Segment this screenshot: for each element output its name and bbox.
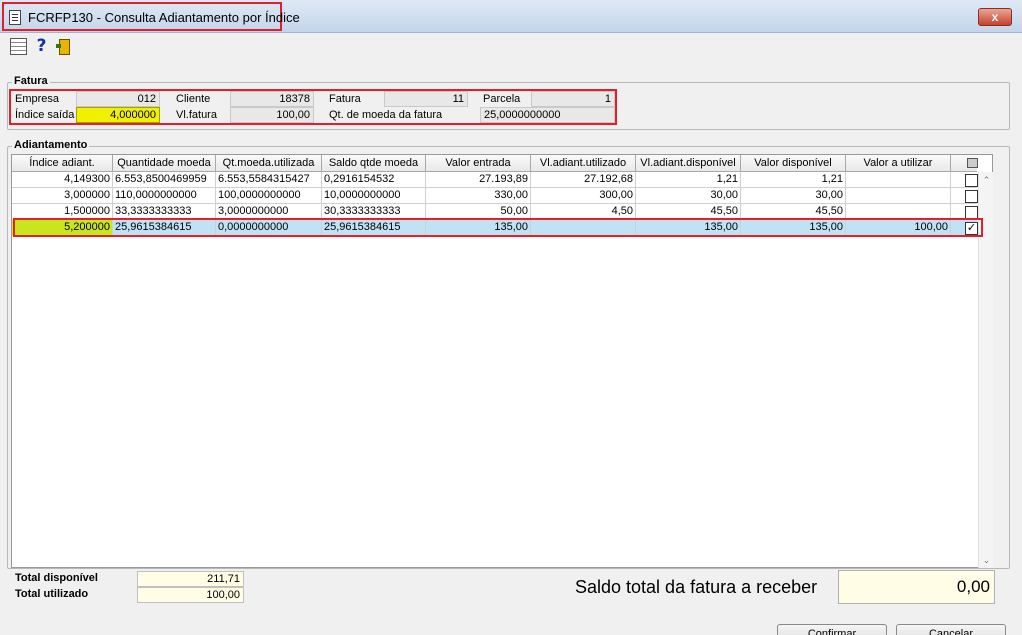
total-utilizado-field: 100,00 xyxy=(137,587,244,603)
table-cell: 300,00 xyxy=(531,188,636,204)
table-cell: 1,21 xyxy=(741,172,846,188)
table-cell: 30,00 xyxy=(741,188,846,204)
valor-a-utilizar-cell[interactable] xyxy=(846,188,951,204)
table-cell: 30,00 xyxy=(636,188,741,204)
cliente-field: 18378 xyxy=(230,91,314,107)
column-header[interactable]: Quantidade moeda xyxy=(113,155,216,171)
adiantamento-group-label: Adiantamento xyxy=(12,139,90,151)
select-all-checkbox[interactable] xyxy=(967,158,978,168)
table-cell: 110,0000000000 xyxy=(113,188,216,204)
parcela-label: Parcela xyxy=(483,93,521,105)
table-cell: 10,0000000000 xyxy=(322,188,426,204)
fatura-group-label: Fatura xyxy=(12,75,50,87)
indice-saida-field[interactable]: 4,000000 xyxy=(76,107,160,123)
table-cell: 100,0000000000 xyxy=(216,188,322,204)
indice-saida-label: Índice saída xyxy=(15,109,75,121)
valor-a-utilizar-cell[interactable] xyxy=(846,172,951,188)
fatura-field: 11 xyxy=(384,91,468,107)
exit-door-icon[interactable] xyxy=(56,38,73,55)
table-cell: 27.192,68 xyxy=(531,172,636,188)
cliente-label: Cliente xyxy=(176,93,211,105)
table-cell: 1,21 xyxy=(636,172,741,188)
saldo-total-label: Saldo total da fatura a receber xyxy=(575,577,818,597)
close-button[interactable]: x xyxy=(978,8,1012,26)
column-header[interactable]: Valor disponível xyxy=(741,155,846,171)
vl-fatura-field: 100,00 xyxy=(230,107,314,123)
grid-header: Índice adiant. Quantidade moeda Qt.moeda… xyxy=(12,155,978,172)
column-header[interactable]: Vl.adiant.utilizado xyxy=(531,155,636,171)
saldo-total-field: 0,00 xyxy=(838,570,995,604)
cancelar-button[interactable]: Cancelar xyxy=(896,624,1006,635)
adiantamento-grid[interactable]: Índice adiant. Quantidade moeda Qt.moeda… xyxy=(11,154,993,568)
table-cell: 27.193,89 xyxy=(426,172,531,188)
column-header[interactable]: Valor entrada xyxy=(426,155,531,171)
table-icon[interactable] xyxy=(10,38,27,55)
total-utilizado-label: Total utilizado xyxy=(15,588,89,600)
total-disponivel-label: Total disponível xyxy=(15,572,98,584)
vl-fatura-label: Vl.fatura xyxy=(176,109,217,121)
table-cell: 6.553,5584315427 xyxy=(216,172,322,188)
total-disponivel-field: 211,71 xyxy=(137,571,244,587)
empresa-label: Empresa xyxy=(15,93,60,105)
table-cell: 0,2916154532 xyxy=(322,172,426,188)
document-icon xyxy=(9,10,21,25)
toolbar: ? xyxy=(0,33,1022,61)
column-header[interactable]: Vl.adiant.disponível xyxy=(636,155,741,171)
column-header[interactable]: Índice adiant. xyxy=(12,155,113,171)
parcela-field: 1 xyxy=(531,91,615,107)
empresa-field: 012 xyxy=(76,91,160,107)
column-header[interactable]: Saldo qtde moeda xyxy=(322,155,426,171)
fatura-label: Fatura xyxy=(329,93,361,105)
help-icon[interactable]: ? xyxy=(33,38,50,55)
table-cell: 330,00 xyxy=(426,188,531,204)
table-cell: 6.553,8500469959 xyxy=(113,172,216,188)
column-header[interactable]: Qt.moeda.utilizada xyxy=(216,155,322,171)
row-checkbox[interactable] xyxy=(965,190,978,203)
column-header[interactable]: Valor a utilizar xyxy=(846,155,951,171)
table-row[interactable]: 4,149300 6.553,8500469959 6.553,55843154… xyxy=(12,172,978,188)
title-bar: FCRFP130 - Consulta Adiantamento por Índ… xyxy=(0,0,1022,33)
confirmar-button[interactable]: Confirmar xyxy=(777,624,887,635)
table-cell: 3,000000 xyxy=(12,188,113,204)
window-title: FCRFP130 - Consulta Adiantamento por Índ… xyxy=(28,10,300,25)
scroll-down-icon[interactable]: ⌄ xyxy=(979,554,994,566)
scroll-up-icon[interactable]: ⌃ xyxy=(979,174,994,186)
qt-moeda-field: 25,0000000000 xyxy=(480,107,615,123)
selected-row-highlight xyxy=(13,218,983,237)
qt-moeda-label: Qt. de moeda da fatura xyxy=(329,109,443,121)
row-checkbox[interactable] xyxy=(965,174,978,187)
table-cell: 4,149300 xyxy=(12,172,113,188)
table-row[interactable]: 3,000000 110,0000000000 100,0000000000 1… xyxy=(12,188,978,204)
